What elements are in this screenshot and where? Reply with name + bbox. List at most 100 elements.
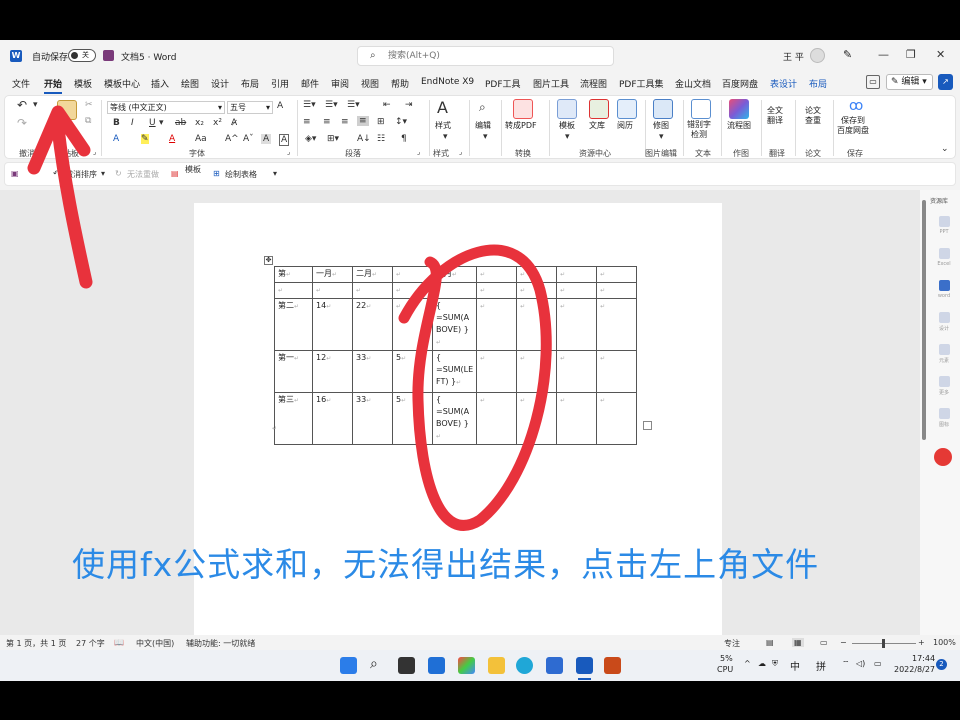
table-cell[interactable]: 14↵ bbox=[312, 298, 353, 351]
vertical-scrollbar[interactable] bbox=[922, 200, 926, 440]
underline-icon[interactable]: U bbox=[149, 118, 156, 128]
template-button[interactable]: 模板 bbox=[559, 120, 575, 131]
font-name-select[interactable]: 等线 (中文正文) ▾ bbox=[107, 101, 225, 114]
font-color-icon[interactable]: A bbox=[169, 134, 175, 144]
undo-dropdown-icon[interactable]: ▾ bbox=[33, 100, 38, 110]
bullets-icon[interactable]: ☰▾ bbox=[303, 100, 316, 110]
resource-word[interactable]: word bbox=[934, 280, 954, 299]
battery-icon[interactable]: ▭ bbox=[874, 659, 882, 668]
chrome-icon[interactable] bbox=[458, 657, 475, 674]
tab-pdf-tools[interactable]: PDF工具 bbox=[485, 77, 521, 90]
styles-button[interactable]: 样式 bbox=[435, 120, 451, 131]
table-cell[interactable]: ↵ bbox=[596, 392, 638, 445]
picture-edit-button[interactable]: 修图 bbox=[653, 120, 669, 131]
web-layout-icon[interactable]: ▭ bbox=[820, 638, 828, 647]
editing-button[interactable]: 编辑 bbox=[475, 120, 491, 131]
maximize-icon[interactable]: ❐ bbox=[906, 48, 916, 61]
table-cell[interactable]: ↵ bbox=[556, 266, 598, 283]
align-left-icon[interactable]: ≡ bbox=[303, 117, 311, 127]
table-resize-handle-icon[interactable] bbox=[643, 421, 652, 430]
page-count[interactable]: 第 1 页，共 1 页 bbox=[6, 638, 66, 649]
tab-kingsoft-docs[interactable]: 金山文档 bbox=[675, 77, 711, 90]
table-cell[interactable]: 33↵ bbox=[352, 392, 393, 445]
clock-time[interactable]: 17:44 bbox=[912, 654, 935, 663]
font-launcher-icon[interactable]: ⌟ bbox=[287, 148, 290, 156]
tab-baidu-netdisk[interactable]: 百度网盘 bbox=[722, 77, 758, 90]
table-cell[interactable]: 一月↵ bbox=[312, 266, 353, 283]
numbering-icon[interactable]: ☰▾ bbox=[325, 100, 338, 110]
clear-format-icon[interactable]: A bbox=[277, 101, 283, 111]
subscript-icon[interactable]: x₂ bbox=[195, 118, 204, 128]
table-cell[interactable]: 16↵ bbox=[312, 392, 353, 445]
char-border-icon[interactable]: A bbox=[279, 134, 290, 146]
volume-icon[interactable]: ◁) bbox=[856, 659, 865, 668]
redo-icon[interactable]: ↷ bbox=[17, 116, 27, 130]
highlight-icon[interactable]: ✎ bbox=[141, 134, 149, 144]
search-box[interactable]: ⌕ bbox=[357, 46, 614, 66]
resource-excel[interactable]: Excel bbox=[934, 248, 954, 267]
editing-mode-button[interactable]: ✎ 编辑 ▾ bbox=[886, 74, 933, 90]
table-cell[interactable]: 22↵ bbox=[352, 298, 393, 351]
tab-design[interactable]: 设计 bbox=[211, 77, 229, 90]
read-mode-icon[interactable]: ▤ bbox=[766, 638, 774, 647]
share-icon[interactable]: ↗ bbox=[938, 74, 953, 90]
cut-icon[interactable]: ✂ bbox=[85, 100, 93, 110]
table-cell[interactable]: 二月↵ bbox=[352, 266, 393, 283]
show-hidden-icons-icon[interactable]: ^ bbox=[744, 659, 751, 668]
shrink-font-icon[interactable]: Aˇ bbox=[243, 134, 254, 144]
editing-dropdown-icon[interactable]: ▾ bbox=[483, 132, 488, 142]
cpu-usage[interactable]: 5% bbox=[720, 654, 733, 663]
print-layout-icon[interactable]: ▦ bbox=[792, 638, 804, 647]
security-icon[interactable]: ⛨ bbox=[772, 659, 778, 669]
proofing-icon[interactable]: 📖 bbox=[114, 638, 124, 647]
table-cell[interactable]: ↵ bbox=[392, 266, 433, 283]
qat-save-icon[interactable]: ▣ bbox=[11, 169, 19, 178]
tab-review[interactable]: 审阅 bbox=[331, 77, 349, 90]
zoom-out-icon[interactable]: − bbox=[840, 638, 847, 647]
sort-icon[interactable]: A↓ bbox=[357, 134, 371, 144]
resource-more[interactable]: 更多 bbox=[934, 376, 954, 396]
picture-dropdown-icon[interactable]: ▾ bbox=[659, 132, 664, 142]
table-cell[interactable]: ↵ bbox=[596, 266, 638, 283]
superscript-icon[interactable]: x² bbox=[213, 118, 222, 128]
word-count[interactable]: 27 个字 bbox=[76, 638, 105, 649]
tab-table-design[interactable]: 表设计 bbox=[770, 77, 797, 90]
qat-customize-icon[interactable]: ▾ bbox=[273, 169, 277, 178]
tab-template-center[interactable]: 模板中心 bbox=[104, 77, 140, 90]
table-cell[interactable]: { =SUM(A BOVE) }↵ bbox=[431, 298, 478, 351]
strikethrough-icon[interactable]: ab bbox=[175, 118, 186, 128]
tab-pdf-toolset[interactable]: PDF工具集 bbox=[619, 77, 664, 90]
accessibility-status[interactable]: 辅助功能: 一切就绪 bbox=[186, 638, 255, 649]
zoom-level[interactable]: 100% bbox=[933, 638, 956, 647]
table-cell[interactable]: 12↵ bbox=[312, 350, 353, 393]
table-cell[interactable]: ↵ bbox=[596, 350, 638, 393]
close-icon[interactable]: ✕ bbox=[936, 48, 945, 61]
translate-button[interactable]: 全文 翻译 bbox=[767, 106, 783, 126]
resource-icons[interactable]: 图标 bbox=[934, 408, 954, 428]
qat-draw-table-button[interactable]: 绘制表格 bbox=[225, 169, 257, 180]
tab-draw[interactable]: 绘图 bbox=[181, 77, 199, 90]
table-cell[interactable]: ↵ bbox=[476, 298, 518, 351]
table-cell[interactable]: 四月↵ bbox=[431, 266, 478, 283]
typo-check-button[interactable]: 错别字 检测 bbox=[687, 120, 711, 140]
table-cell[interactable]: ↵ bbox=[556, 282, 598, 299]
shading-icon[interactable]: ◈▾ bbox=[305, 134, 316, 144]
styles-launcher-icon[interactable]: ⌟ bbox=[459, 148, 462, 156]
table-cell[interactable]: ↵ bbox=[312, 282, 353, 299]
qat-template-button[interactable]: 模板 bbox=[185, 164, 201, 175]
table-cell[interactable]: ↵ bbox=[516, 392, 558, 445]
table-cell[interactable]: { =SUM(A BOVE) }↵ bbox=[431, 392, 478, 445]
table-cell[interactable]: 第三↵ bbox=[274, 392, 313, 445]
table-cell[interactable]: ↵ bbox=[476, 266, 518, 283]
resource-design[interactable]: 设计 bbox=[934, 312, 954, 332]
qat-redo-button[interactable]: 无法重做 bbox=[127, 169, 159, 180]
table-cell[interactable]: ↵ bbox=[596, 298, 638, 351]
autosave-toggle[interactable]: 关 bbox=[68, 49, 96, 62]
widgets-icon[interactable] bbox=[428, 657, 445, 674]
assistant-mascot-icon[interactable] bbox=[934, 448, 952, 466]
tab-view[interactable]: 视图 bbox=[361, 77, 379, 90]
table-cell[interactable]: ↵ bbox=[431, 282, 478, 299]
ime-language[interactable]: 中 bbox=[790, 658, 800, 673]
tab-layout[interactable]: 布局 bbox=[241, 77, 259, 90]
reading-button[interactable]: 阅历 bbox=[617, 120, 633, 131]
